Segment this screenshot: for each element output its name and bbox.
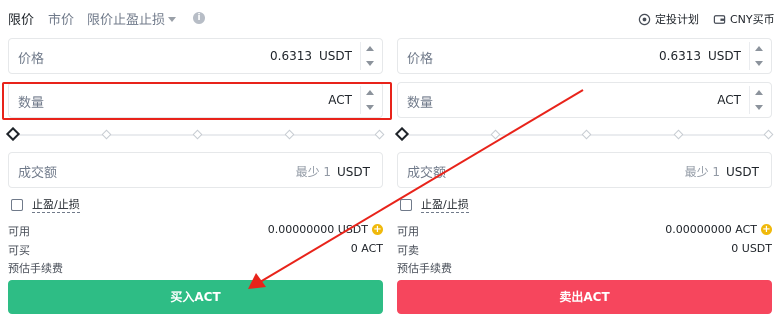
sell-price-field[interactable]: 价格 0.6313 USDT bbox=[397, 38, 772, 74]
info-icon[interactable]: i bbox=[193, 12, 205, 24]
sell-price-label: 价格 bbox=[407, 52, 434, 67]
sell-amount-label: 数量 bbox=[407, 96, 434, 111]
slider-tick-25[interactable] bbox=[490, 129, 501, 140]
sell-button[interactable]: 卖出ACT bbox=[397, 280, 772, 314]
slider-tick-100[interactable] bbox=[763, 129, 774, 140]
decrement-icon[interactable] bbox=[750, 100, 767, 114]
increment-icon[interactable] bbox=[750, 86, 767, 100]
sell-total-hint: 最少 1 bbox=[684, 165, 721, 179]
sell-price-unit: USDT bbox=[708, 49, 741, 63]
tpsl-checkbox[interactable] bbox=[400, 198, 412, 211]
increment-icon[interactable] bbox=[361, 42, 378, 56]
increment-icon[interactable] bbox=[361, 86, 378, 100]
buy-total-hint: 最少 1 bbox=[295, 165, 332, 179]
sell-price-stepper[interactable] bbox=[749, 42, 767, 70]
buy-price-value: 0.6313 bbox=[270, 49, 313, 63]
tab-market[interactable]: 市价 bbox=[48, 9, 74, 28]
max-sell-value: 0 USDT bbox=[731, 242, 772, 255]
slider-tick-100[interactable] bbox=[374, 129, 385, 140]
slider-tick-50[interactable] bbox=[581, 129, 592, 140]
buy-percent-slider[interactable] bbox=[5, 126, 385, 142]
tab-stop-limit[interactable]: 限价止盈止损 bbox=[87, 9, 177, 28]
slider-tick-75[interactable] bbox=[673, 129, 684, 140]
available-value-wrap: 0.00000000 ACT + bbox=[665, 223, 772, 236]
sell-total-value-wrap: 最少 1 USDT bbox=[685, 163, 759, 180]
buy-price-value-wrap: 0.6313 USDT bbox=[270, 49, 352, 63]
buy-total-value-wrap: 最少 1 USDT bbox=[296, 163, 370, 180]
buy-price-unit: USDT bbox=[319, 49, 352, 63]
decrement-icon[interactable] bbox=[361, 56, 378, 70]
buy-price-field[interactable]: 价格 0.6313 USDT bbox=[8, 38, 383, 74]
wallet-icon bbox=[713, 14, 726, 24]
tpsl-label: 止盈/止损 bbox=[32, 198, 80, 213]
buy-total-label: 成交额 bbox=[18, 166, 58, 181]
buy-amount-label: 数量 bbox=[18, 96, 45, 111]
recurring-plan-link[interactable]: 定投计划 bbox=[638, 11, 699, 27]
available-label: 可用 bbox=[397, 225, 419, 238]
sell-price-value: 0.6313 bbox=[659, 49, 702, 63]
available-label: 可用 bbox=[8, 225, 30, 238]
decrement-icon[interactable] bbox=[750, 56, 767, 70]
sell-amount-unit: ACT bbox=[717, 93, 741, 107]
slider-tick-75[interactable] bbox=[284, 129, 295, 140]
max-buy-label: 可买 bbox=[8, 244, 30, 257]
sell-percent-slider[interactable] bbox=[394, 126, 774, 142]
sell-amount-stepper[interactable] bbox=[749, 86, 767, 114]
plan-icon bbox=[638, 13, 651, 25]
buy-amount-stepper[interactable] bbox=[360, 86, 378, 114]
fee-label: 预估手续费 bbox=[397, 262, 452, 275]
buy-total-unit: USDT bbox=[337, 165, 370, 179]
tab-stop-limit-label: 限价止盈止损 bbox=[87, 13, 166, 28]
slider-handle[interactable] bbox=[5, 126, 21, 142]
buy-crypto-cny-label: CNY买币 bbox=[730, 13, 775, 26]
sell-amount-field[interactable]: 数量 ACT bbox=[397, 82, 772, 118]
decrement-icon[interactable] bbox=[361, 100, 378, 114]
sell-total-label: 成交额 bbox=[407, 166, 447, 181]
buy-amount-field[interactable]: 数量 ACT bbox=[8, 82, 383, 118]
buy-tpsl-toggle[interactable]: 止盈/止损 bbox=[11, 196, 80, 213]
increment-icon[interactable] bbox=[750, 42, 767, 56]
order-type-bar: 限价 市价 限价止盈止损 i 定投计划 CNY买币 bbox=[0, 0, 778, 36]
chevron-down-icon bbox=[168, 17, 177, 22]
tab-limit[interactable]: 限价 bbox=[8, 9, 34, 28]
available-value-wrap: 0.00000000 USDT + bbox=[268, 223, 383, 236]
sell-price-value-wrap: 0.6313 USDT bbox=[659, 49, 741, 63]
available-value: 0.00000000 USDT bbox=[267, 223, 368, 236]
available-value: 0.00000000 ACT bbox=[665, 223, 757, 236]
add-funds-icon[interactable]: + bbox=[372, 224, 383, 235]
sell-tpsl-toggle[interactable]: 止盈/止损 bbox=[400, 196, 469, 213]
buy-button[interactable]: 买入ACT bbox=[8, 280, 383, 314]
add-funds-icon[interactable]: + bbox=[761, 224, 772, 235]
buy-crypto-cny-link[interactable]: CNY买币 bbox=[713, 11, 775, 27]
fee-label: 预估手续费 bbox=[8, 262, 63, 275]
buy-total-field[interactable]: 成交额 最少 1 USDT bbox=[8, 152, 383, 188]
buy-price-label: 价格 bbox=[18, 52, 45, 67]
slider-handle[interactable] bbox=[394, 126, 410, 142]
max-sell-label: 可卖 bbox=[397, 244, 419, 257]
tpsl-checkbox[interactable] bbox=[11, 198, 23, 211]
sell-total-field[interactable]: 成交额 最少 1 USDT bbox=[397, 152, 772, 188]
recurring-plan-label: 定投计划 bbox=[655, 13, 699, 26]
tpsl-label: 止盈/止损 bbox=[421, 198, 469, 213]
buy-price-stepper[interactable] bbox=[360, 42, 378, 70]
buy-amount-unit: ACT bbox=[328, 93, 352, 107]
max-buy-value: 0 ACT bbox=[350, 242, 383, 255]
slider-tick-25[interactable] bbox=[101, 129, 112, 140]
sell-total-unit: USDT bbox=[726, 165, 759, 179]
slider-tick-50[interactable] bbox=[192, 129, 203, 140]
